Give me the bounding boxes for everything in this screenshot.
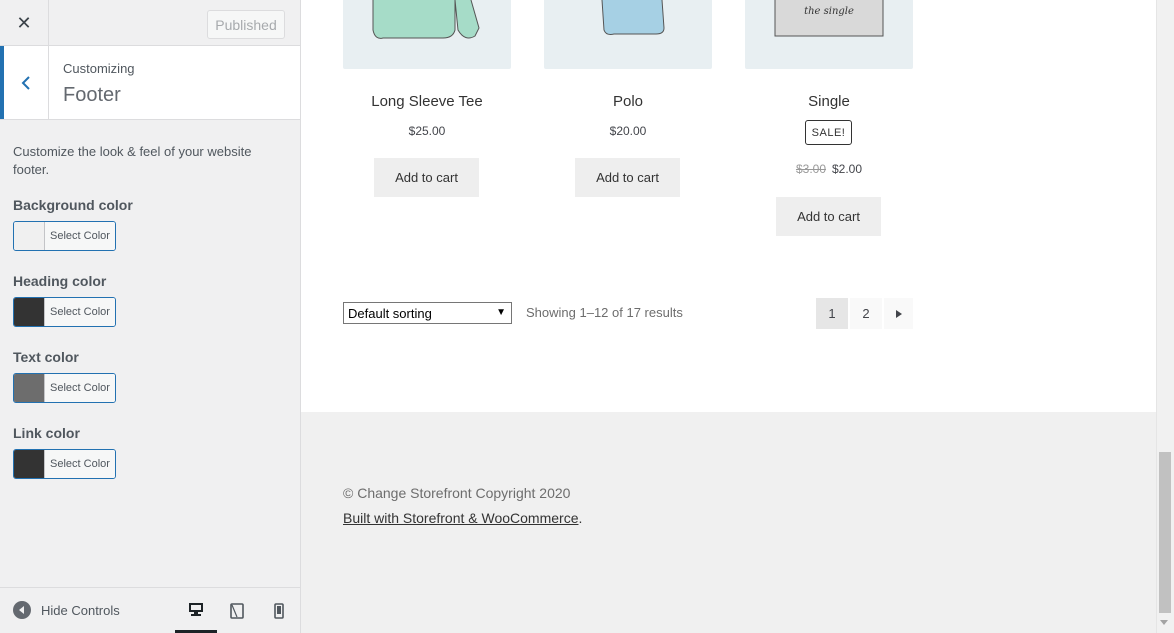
product-image[interactable]	[343, 0, 511, 69]
text-color-label: Text color	[13, 349, 79, 365]
color-swatch	[14, 298, 45, 326]
scroll-thumb[interactable]	[1159, 452, 1171, 613]
add-to-cart-button[interactable]: Add to cart	[575, 158, 680, 197]
customizer-panel: ✕ Published Customizing Footer Customize…	[0, 0, 301, 633]
scroll-down-arrow[interactable]	[1160, 620, 1168, 625]
product-image[interactable]	[544, 0, 712, 69]
product-price: $3.00 $2.00	[745, 162, 913, 176]
heading-color-label: Heading color	[13, 273, 107, 289]
page-1[interactable]: 1	[816, 298, 848, 329]
footer-credit: Built with Storefront & WooCommerce.	[343, 510, 583, 526]
page-2[interactable]: 2	[850, 298, 882, 329]
publish-button[interactable]: Published	[207, 10, 285, 39]
sale-price: $2.00	[832, 162, 863, 176]
link-color-label: Link color	[13, 425, 80, 441]
mobile-preview-button[interactable]	[258, 588, 300, 633]
back-button[interactable]	[0, 46, 49, 119]
customizing-label: Customizing	[63, 61, 135, 76]
footer-copyright: © Change Storefront Copyright 2020	[343, 485, 571, 501]
hide-controls-label: Hide Controls	[41, 602, 120, 618]
panel-header: ✕ Published	[0, 0, 300, 46]
product-price: $25.00	[408, 124, 446, 138]
hide-controls-button[interactable]: Hide Controls	[13, 601, 120, 619]
old-price: $3.00	[795, 162, 826, 176]
desktop-preview-button[interactable]	[175, 588, 217, 633]
product-title[interactable]: Single	[745, 93, 913, 110]
tablet-icon	[230, 603, 244, 619]
product-title[interactable]: Long Sleeve Tee	[343, 93, 511, 110]
select-color-label: Select Color	[45, 450, 115, 478]
product-title[interactable]: Polo	[544, 93, 712, 110]
link-color-picker[interactable]: Select Color	[13, 449, 116, 479]
add-to-cart-button[interactable]: Add to cart	[374, 158, 479, 197]
chevron-down-icon: ▼	[496, 307, 506, 318]
sorting-value: Default sorting	[348, 305, 432, 321]
select-color-label: Select Color	[45, 298, 115, 326]
sale-badge: SALE!	[805, 120, 852, 145]
section-description: Customize the look & feel of your websit…	[13, 144, 252, 177]
add-to-cart-button[interactable]: Add to cart	[776, 197, 881, 236]
next-arrow-icon	[895, 309, 902, 318]
color-swatch	[14, 222, 45, 250]
section-header: Customizing Footer	[0, 46, 300, 120]
desktop-icon	[189, 603, 203, 616]
next-page-button[interactable]	[884, 298, 913, 329]
background-color-label: Background color	[13, 197, 133, 213]
color-swatch	[14, 450, 45, 478]
sorting-select[interactable]: Default sorting ▼	[343, 302, 512, 324]
color-swatch	[14, 374, 45, 402]
panel-footer: Hide Controls	[0, 587, 300, 633]
close-icon: ✕	[16, 12, 32, 33]
text-color-picker[interactable]: Select Color	[13, 373, 116, 403]
built-with-link[interactable]: Built with Storefront & WooCommerce	[343, 510, 579, 526]
heading-color-picker[interactable]: Select Color	[13, 297, 116, 327]
preview-scrollbar[interactable]	[1156, 0, 1174, 633]
product-price: $20.00	[609, 124, 647, 138]
album-art-text: the single	[804, 6, 854, 17]
mobile-icon	[274, 603, 284, 619]
close-customizer-button[interactable]: ✕	[0, 0, 49, 46]
select-color-label: Select Color	[45, 374, 115, 402]
select-color-label: Select Color	[45, 222, 115, 250]
background-color-picker[interactable]: Select Color	[13, 221, 116, 251]
result-count: Showing 1–12 of 17 results	[526, 305, 683, 320]
collapse-icon	[13, 601, 31, 619]
chevron-left-icon	[21, 75, 30, 90]
tablet-preview-button[interactable]	[216, 588, 258, 633]
product-image[interactable]: the single	[745, 0, 913, 69]
section-title: Footer	[63, 84, 121, 106]
